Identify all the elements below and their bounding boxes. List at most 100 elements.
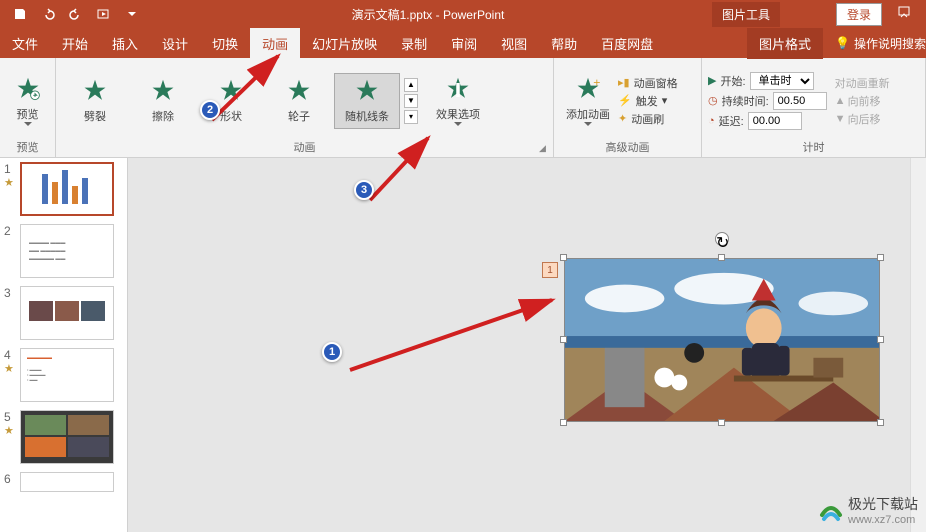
tab-view[interactable]: 视图 (489, 28, 539, 59)
slide-thumbnail-1[interactable] (20, 162, 114, 216)
animation-dialog-launcher-icon[interactable]: ◢ (539, 143, 551, 155)
tab-record[interactable]: 录制 (389, 28, 439, 59)
tab-review[interactable]: 审阅 (439, 28, 489, 59)
thumb-row[interactable]: 5★ (4, 410, 123, 464)
anim-indicator-icon: ★ (4, 176, 14, 189)
duration-label: 持续时间: (722, 93, 769, 109)
group-label-animation: 动画 (62, 139, 547, 155)
ribbon-tabs: 文件 开始 插入 设计 切换 动画 幻灯片放映 录制 审阅 视图 帮助 百度网盘… (0, 28, 926, 58)
resize-handle-ne[interactable] (877, 254, 884, 261)
move-later-button[interactable]: ▼向后移 (835, 111, 890, 127)
animation-painter-button[interactable]: ✦动画刷 (618, 111, 678, 127)
move-earlier-button[interactable]: ▲向前移 (835, 93, 890, 109)
thumb-row[interactable]: 4★ ▬▬▬▬▬• ▬▬▬• ▬▬▬▬• ▬▬ (4, 348, 123, 402)
play-icon: ▶ (708, 74, 716, 87)
resize-handle-e[interactable] (877, 336, 884, 343)
tab-insert[interactable]: 插入 (100, 28, 150, 59)
start-from-beginning-icon[interactable] (92, 2, 116, 26)
anim-wheel[interactable]: 轮子 (266, 74, 332, 128)
reorder-label: 对动画重新 (835, 75, 890, 91)
rotation-handle[interactable]: ↻ (715, 232, 729, 246)
delay-input[interactable] (748, 112, 802, 130)
tab-design[interactable]: 设计 (150, 28, 200, 59)
animation-order-tag[interactable]: 1 (542, 262, 558, 278)
slide-thumbnail-3[interactable] (20, 286, 114, 340)
resize-handle-n[interactable] (718, 254, 725, 261)
arrow-down-icon: ▼ (835, 113, 846, 125)
tell-me-search[interactable]: 💡 操作说明搜索 (835, 35, 926, 52)
slide-thumbnails-pane[interactable]: 1★ 2 ▬▬▬▬ ▬▬▬▬▬ ▬▬▬▬▬▬▬▬▬▬ ▬▬ 3 4★ ▬▬▬▬▬… (0, 158, 128, 532)
painter-icon: ✦ (618, 112, 627, 125)
tab-transitions[interactable]: 切换 (200, 28, 250, 59)
duration-input[interactable] (773, 92, 827, 110)
arrow-up-icon: ▲ (835, 95, 846, 107)
clock-icon: ◷ (708, 94, 718, 107)
group-animation: 劈裂 擦除 形状 轮子 随机线条 ▲ ▼ ▾ (56, 58, 554, 157)
group-label-advanced: 高级动画 (560, 139, 695, 155)
watermark-logo-icon (818, 497, 844, 523)
pane-icon: ▸▮ (618, 76, 630, 89)
group-label-preview: 预览 (6, 139, 49, 155)
lightbulb-icon: 💡 (835, 36, 850, 50)
watermark: 极光下载站 www.xz7.com (818, 494, 918, 526)
callout-3: 3 (354, 180, 374, 200)
tab-baidu[interactable]: 百度网盘 (589, 28, 665, 59)
tab-file[interactable]: 文件 (0, 28, 50, 59)
delay-label: 延迟: (719, 113, 744, 129)
callout-2: 2 (200, 100, 220, 120)
add-animation-button[interactable]: + 添加动画 (560, 76, 616, 126)
tab-picture-format[interactable]: 图片格式 (747, 28, 823, 59)
anim-split[interactable]: 劈裂 (62, 74, 128, 128)
thumb-row[interactable]: 2 ▬▬▬▬ ▬▬▬▬▬ ▬▬▬▬▬▬▬▬▬▬ ▬▬ (4, 224, 123, 278)
qat-customize-icon[interactable] (120, 2, 144, 26)
start-select[interactable]: 单击时 (750, 72, 814, 90)
trigger-button[interactable]: ⚡触发 ▾ (618, 93, 678, 109)
gallery-up-icon[interactable]: ▲ (404, 78, 418, 92)
anim-wipe[interactable]: 擦除 (130, 74, 196, 128)
resize-handle-s[interactable] (718, 419, 725, 426)
group-label-timing: 计时 (708, 139, 919, 155)
svg-text:+: + (593, 76, 600, 90)
undo-icon[interactable] (36, 2, 60, 26)
slide-canvas[interactable]: ↻ 1 (128, 158, 926, 532)
animation-pane-button[interactable]: ▸▮动画窗格 (618, 75, 678, 91)
callout-1: 1 (322, 342, 342, 362)
delay-icon: ◔ (708, 115, 715, 127)
gallery-more-icon[interactable]: ▾ (404, 110, 418, 124)
workspace: 1★ 2 ▬▬▬▬ ▬▬▬▬▬ ▬▬▬▬▬▬▬▬▬▬ ▬▬ 3 4★ ▬▬▬▬▬… (0, 158, 926, 532)
thumb-row[interactable]: 6 (4, 472, 123, 492)
anim-indicator-icon: ★ (4, 424, 14, 437)
effect-options-button[interactable]: 效果选项 (428, 76, 488, 126)
preview-button[interactable]: 预览 (6, 76, 49, 126)
anim-indicator-icon: ★ (4, 362, 14, 375)
quick-access-toolbar (0, 2, 144, 26)
slide-thumbnail-6[interactable] (20, 472, 114, 492)
redo-icon[interactable] (64, 2, 88, 26)
thumb-row[interactable]: 1★ (4, 162, 123, 216)
resize-handle-se[interactable] (877, 419, 884, 426)
watermark-name: 极光下载站 (848, 494, 918, 514)
title-bar: 演示文稿1.pptx - PowerPoint 图片工具 登录 (0, 0, 926, 28)
slide-thumbnail-4[interactable]: ▬▬▬▬▬• ▬▬▬• ▬▬▬▬• ▬▬ (20, 348, 114, 402)
resize-handle-w[interactable] (560, 336, 567, 343)
picture-tools-tab-header: 图片工具 (712, 2, 780, 27)
gallery-down-icon[interactable]: ▼ (404, 94, 418, 108)
slide-thumbnail-5[interactable] (20, 410, 114, 464)
tab-animations[interactable]: 动画 (250, 28, 300, 59)
login-button[interactable]: 登录 (836, 3, 882, 26)
resize-handle-nw[interactable] (560, 254, 567, 261)
group-advanced-animation: + 添加动画 ▸▮动画窗格 ⚡触发 ▾ ✦动画刷 高级动画 (554, 58, 702, 157)
group-timing: ▶ 开始: 单击时 ◷ 持续时间: ◔ 延迟: 对动画重新 ▲向前移 (702, 58, 926, 157)
thumb-row[interactable]: 3 (4, 286, 123, 340)
tab-slideshow[interactable]: 幻灯片放映 (300, 28, 389, 59)
anim-random-bars[interactable]: 随机线条 (334, 73, 400, 129)
ribbon-options-icon[interactable] (890, 5, 918, 24)
slide-thumbnail-2[interactable]: ▬▬▬▬ ▬▬▬▬▬ ▬▬▬▬▬▬▬▬▬▬ ▬▬ (20, 224, 114, 278)
resize-handle-sw[interactable] (560, 419, 567, 426)
vertical-scrollbar[interactable] (910, 158, 926, 532)
lightning-icon: ⚡ (618, 94, 632, 107)
tab-home[interactable]: 开始 (50, 28, 100, 59)
tab-help[interactable]: 帮助 (539, 28, 589, 59)
save-icon[interactable] (8, 2, 32, 26)
selected-image-object[interactable]: ↻ 1 (564, 258, 880, 422)
